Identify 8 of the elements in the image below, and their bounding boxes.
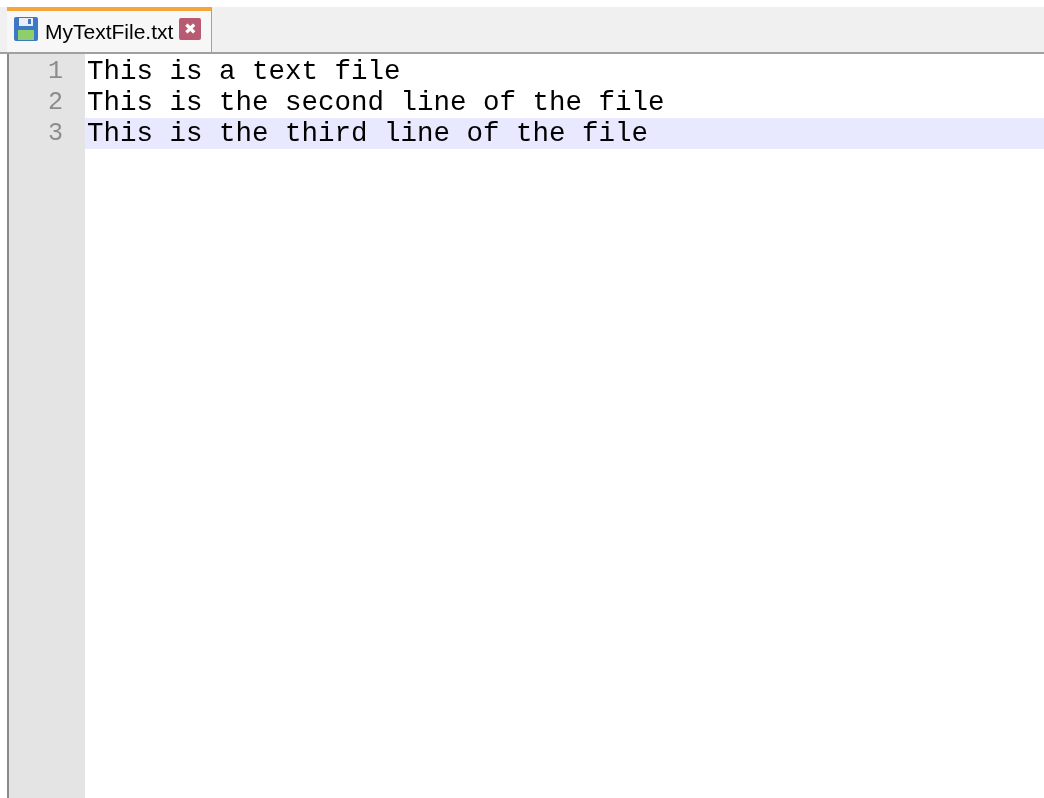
line-number: 1: [47, 56, 64, 87]
tab-label: MyTextFile.txt: [45, 19, 174, 44]
text-line: This is the second line of the file: [86, 87, 666, 118]
close-button[interactable]: ✖: [179, 17, 202, 40]
file-tab[interactable]: MyTextFile.txt ✖: [7, 7, 213, 52]
text-line: This is a text file: [86, 56, 402, 87]
line-number: 2: [47, 87, 64, 118]
line-number: 3: [47, 118, 64, 149]
